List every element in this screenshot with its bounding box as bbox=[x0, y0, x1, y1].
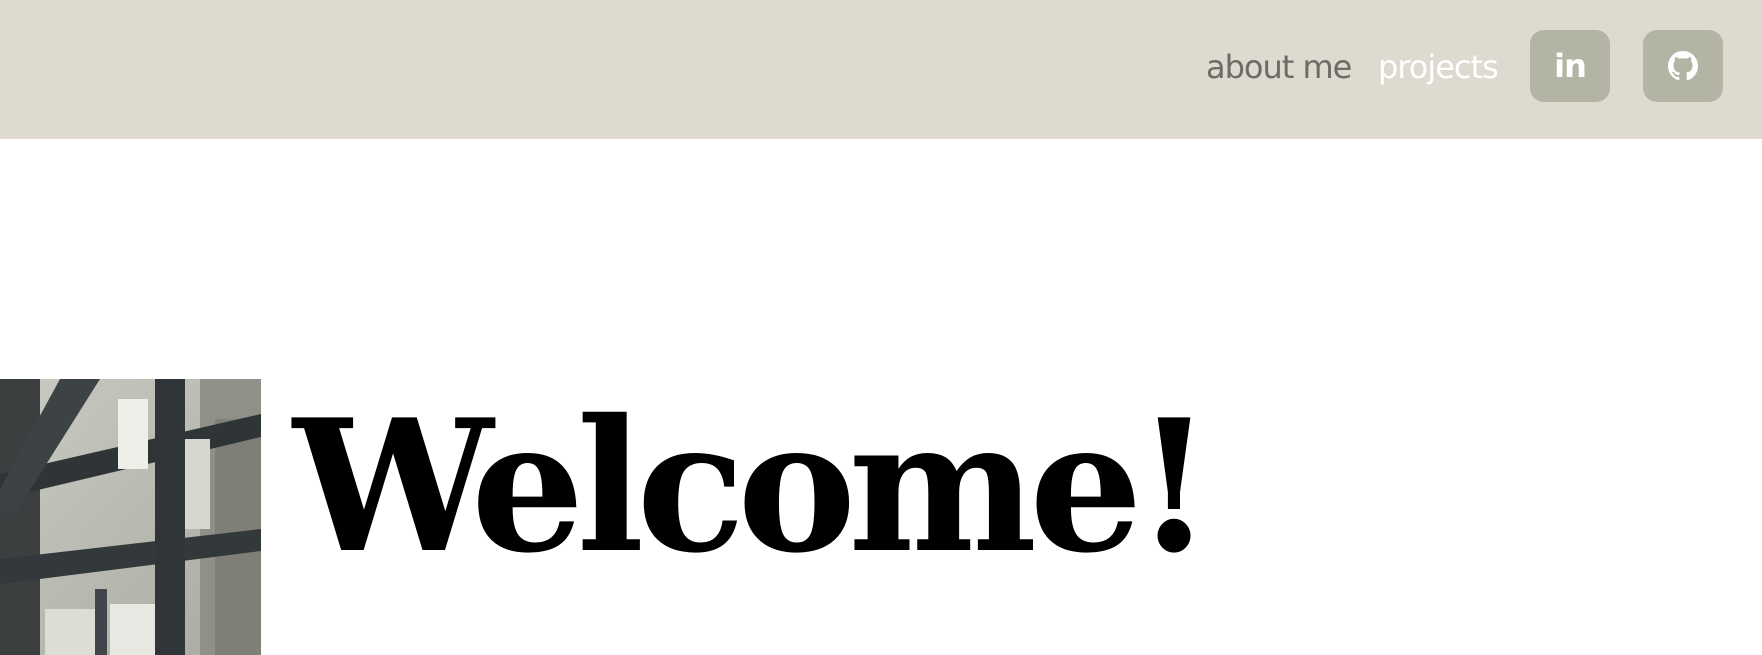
linkedin-icon: in bbox=[1554, 47, 1587, 85]
linkedin-button[interactable]: in bbox=[1530, 30, 1610, 102]
profile-photo bbox=[0, 379, 261, 655]
nav-link-projects[interactable]: projects bbox=[1378, 45, 1499, 89]
welcome-heading: Welcome! bbox=[293, 379, 1213, 593]
github-icon bbox=[1668, 51, 1698, 81]
github-button[interactable] bbox=[1643, 30, 1723, 102]
top-navigation-bar: about me projects in bbox=[0, 0, 1762, 139]
nav-link-about-me[interactable]: about me bbox=[1206, 45, 1352, 89]
profile-photo-image bbox=[0, 379, 261, 655]
